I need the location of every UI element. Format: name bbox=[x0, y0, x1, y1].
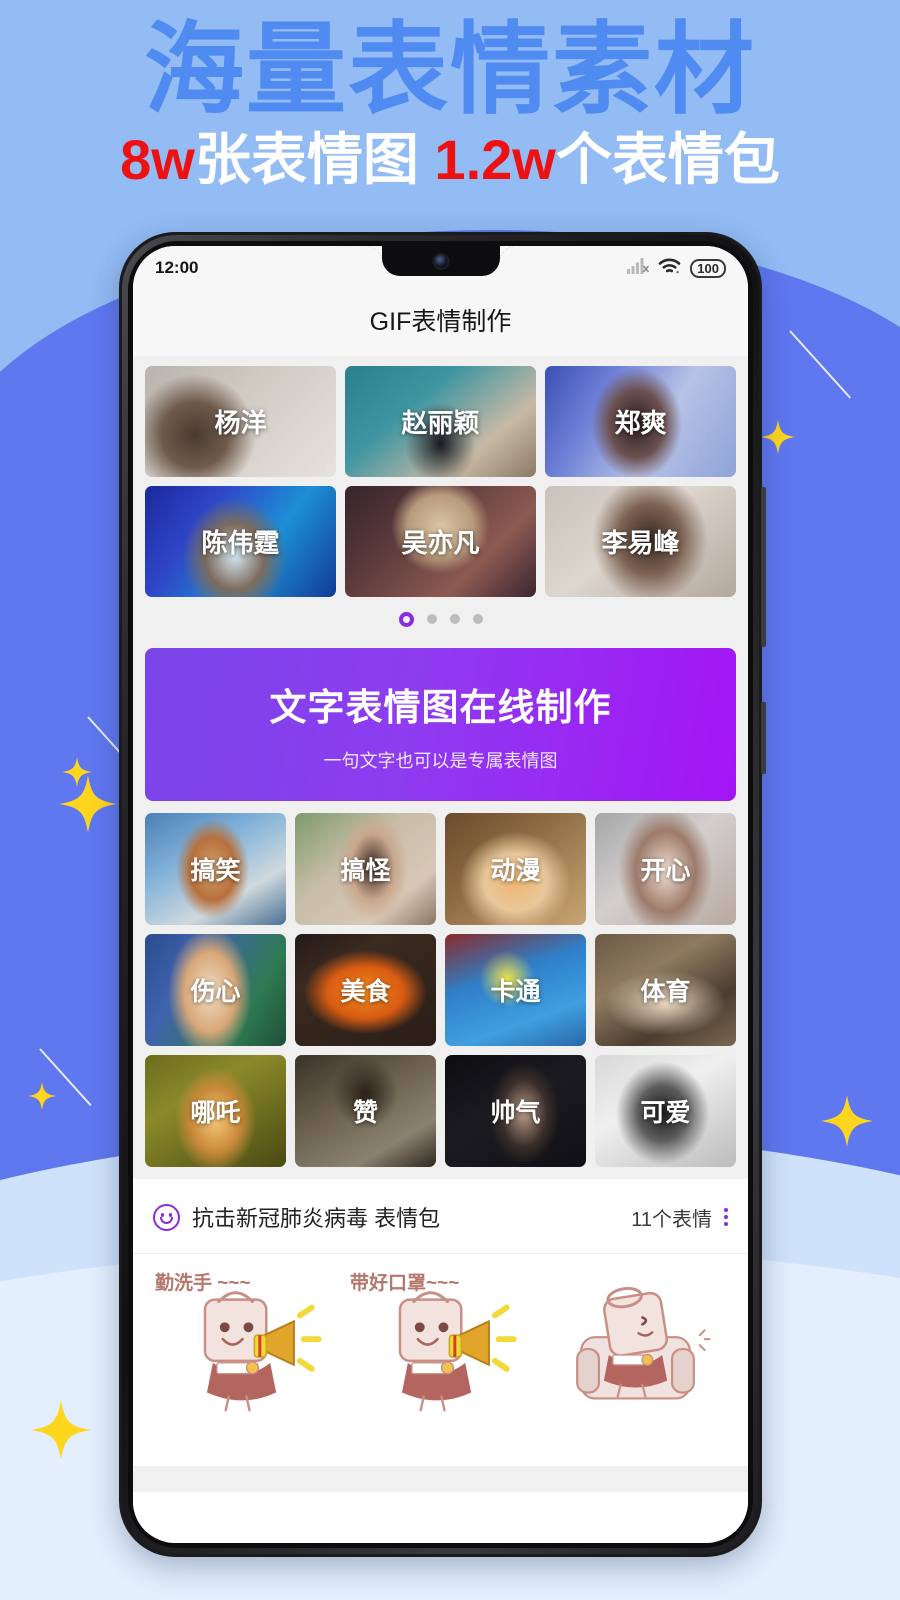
sparkle-star-icon bbox=[59, 775, 117, 833]
text-sticker-banner[interactable]: 文字表情图在线制作 一句文字也可以是专属表情图 bbox=[145, 648, 736, 801]
promo-title: 海量表情素材 bbox=[144, 14, 756, 126]
sparkle-star-icon bbox=[821, 1095, 873, 1147]
category-name: 开心 bbox=[640, 857, 691, 885]
category-name: 伤心 bbox=[190, 978, 241, 1006]
signal-no-sim-icon bbox=[627, 257, 650, 279]
front-camera-icon bbox=[432, 253, 449, 270]
app-title: GIF表情制作 bbox=[133, 290, 748, 356]
celebrity-carousel: 杨洋 赵丽颖 郑爽 陈伟霆 吴亦凡 李易峰 bbox=[133, 356, 748, 642]
sticker-grid: 勤洗手 ~~~ 带好口罩~~~ bbox=[133, 1254, 748, 1466]
promo-headline: 海量表情素材 8w张表情图 1.2w个表情包 bbox=[0, 18, 900, 191]
carousel-dot[interactable] bbox=[472, 614, 483, 624]
category-tile[interactable]: 体育 bbox=[595, 934, 736, 1046]
category-name: 体育 bbox=[640, 978, 691, 1006]
celebrity-tile[interactable]: 郑爽 bbox=[545, 366, 736, 477]
category-name: 搞怪 bbox=[340, 857, 391, 885]
carousel-dot[interactable] bbox=[449, 614, 460, 624]
celebrity-tile[interactable]: 赵丽颖 bbox=[345, 366, 536, 477]
celebrity-name: 郑爽 bbox=[614, 408, 667, 438]
category-name: 可爱 bbox=[640, 1099, 691, 1127]
sticker-pack-meta: 11个表情 bbox=[631, 1203, 728, 1232]
celebrity-name: 李易峰 bbox=[601, 528, 680, 558]
promo-stat-label-1: 张表情图 bbox=[194, 128, 419, 191]
phone-mockup: 12:00 100 GIF表情制作 杨洋 赵丽颖 郑爽 陈伟霆 吴亦凡 李易峰 … bbox=[119, 232, 766, 1557]
category-tile[interactable]: 帅气 bbox=[445, 1055, 586, 1167]
promo-subtitle: 8w张表情图 1.2w个表情包 bbox=[0, 129, 900, 191]
category-tile[interactable]: 哪吒 bbox=[145, 1055, 286, 1167]
celebrity-grid: 杨洋 赵丽颖 郑爽 陈伟霆 吴亦凡 李易峰 bbox=[145, 366, 736, 597]
celebrity-tile[interactable]: 吴亦凡 bbox=[345, 486, 536, 597]
content-divider bbox=[133, 1466, 748, 1492]
category-tile[interactable]: 开心 bbox=[595, 813, 736, 925]
category-tile[interactable]: 可爱 bbox=[595, 1055, 736, 1167]
category-grid: 搞笑 搞怪 动漫 开心 伤心 美食 卡通 体育 哪吒 赞 帅气 可爱 bbox=[145, 813, 736, 1167]
banner-subtitle: 一句文字也可以是专属表情图 bbox=[323, 750, 558, 771]
wifi-icon bbox=[658, 257, 681, 280]
celebrity-name: 杨洋 bbox=[214, 408, 267, 438]
category-section: 搞笑 搞怪 动漫 开心 伤心 美食 卡通 体育 哪吒 赞 帅气 可爱 bbox=[133, 801, 748, 1179]
celebrity-name: 陈伟霆 bbox=[201, 528, 280, 558]
promo-stat-count-1: 8w bbox=[120, 128, 195, 191]
smiley-icon bbox=[153, 1203, 180, 1231]
sticker-item[interactable]: 勤洗手 ~~~ bbox=[151, 1268, 340, 1436]
category-name: 赞 bbox=[352, 1099, 378, 1127]
category-tile[interactable]: 美食 bbox=[295, 934, 436, 1046]
sticker-caption: 勤洗手 ~~~ bbox=[155, 1273, 251, 1294]
carousel-pagination[interactable] bbox=[145, 597, 736, 642]
category-tile[interactable]: 搞怪 bbox=[295, 813, 436, 925]
category-tile[interactable]: 搞笑 bbox=[145, 813, 286, 925]
category-name: 动漫 bbox=[490, 857, 541, 885]
category-tile[interactable]: 赞 bbox=[295, 1055, 436, 1167]
category-tile[interactable]: 伤心 bbox=[145, 934, 286, 1046]
celebrity-tile[interactable]: 杨洋 bbox=[145, 366, 336, 477]
status-bar-time: 12:00 bbox=[155, 258, 199, 277]
celebrity-name: 赵丽颖 bbox=[401, 408, 480, 438]
category-tile[interactable]: 动漫 bbox=[445, 813, 586, 925]
phone-screen: 12:00 100 GIF表情制作 杨洋 赵丽颖 郑爽 陈伟霆 吴亦凡 李易峰 … bbox=[133, 246, 748, 1543]
sticker-pack-count: 11个表情 bbox=[631, 1208, 712, 1231]
battery-indicator: 100 bbox=[690, 258, 726, 278]
sparkle-star-icon bbox=[28, 1082, 56, 1110]
power-button[interactable] bbox=[761, 702, 766, 774]
content-bottom-spacer bbox=[133, 1492, 748, 1532]
volume-button[interactable] bbox=[761, 487, 766, 647]
category-tile[interactable]: 卡通 bbox=[445, 934, 586, 1046]
carousel-dot[interactable] bbox=[426, 614, 437, 624]
status-bar-indicators: 100 bbox=[627, 257, 726, 280]
sticker-pack-header[interactable]: 抗击新冠肺炎病毒 表情包 11个表情 bbox=[133, 1179, 748, 1254]
sticker-caption: 带好口罩~~~ bbox=[350, 1273, 460, 1294]
sticker-item[interactable] bbox=[541, 1268, 730, 1436]
status-bar: 12:00 100 bbox=[133, 246, 748, 290]
promo-stat-count-2: 1.2w bbox=[434, 128, 556, 191]
app-content: 杨洋 赵丽颖 郑爽 陈伟霆 吴亦凡 李易峰 文字表情图在线制作 一句文字也可以是… bbox=[133, 356, 748, 1532]
celebrity-tile[interactable]: 李易峰 bbox=[545, 486, 736, 597]
carousel-dot-active[interactable] bbox=[398, 612, 414, 627]
sticker-pack-title: 抗击新冠肺炎病毒 表情包 bbox=[192, 1206, 441, 1231]
sticker-illustration bbox=[576, 1286, 711, 1400]
celebrity-name: 吴亦凡 bbox=[401, 528, 480, 558]
category-name: 帅气 bbox=[490, 1099, 541, 1127]
category-name: 哪吒 bbox=[190, 1099, 241, 1127]
sticker-pack-section: 抗击新冠肺炎病毒 表情包 11个表情 勤洗手 ~~~ 带好口罩~~~ bbox=[133, 1179, 748, 1532]
sparkle-star-icon bbox=[31, 1400, 91, 1460]
banner-title: 文字表情图在线制作 bbox=[269, 686, 612, 728]
sticker-item[interactable]: 带好口罩~~~ bbox=[346, 1268, 535, 1436]
promo-stat-label-2: 个表情包 bbox=[555, 128, 780, 191]
celebrity-tile[interactable]: 陈伟霆 bbox=[145, 486, 336, 597]
category-name: 搞笑 bbox=[190, 857, 241, 885]
sparkle-star-icon bbox=[761, 420, 795, 454]
category-name: 美食 bbox=[340, 978, 391, 1006]
category-name: 卡通 bbox=[490, 978, 541, 1006]
more-vertical-icon[interactable] bbox=[724, 1208, 728, 1226]
